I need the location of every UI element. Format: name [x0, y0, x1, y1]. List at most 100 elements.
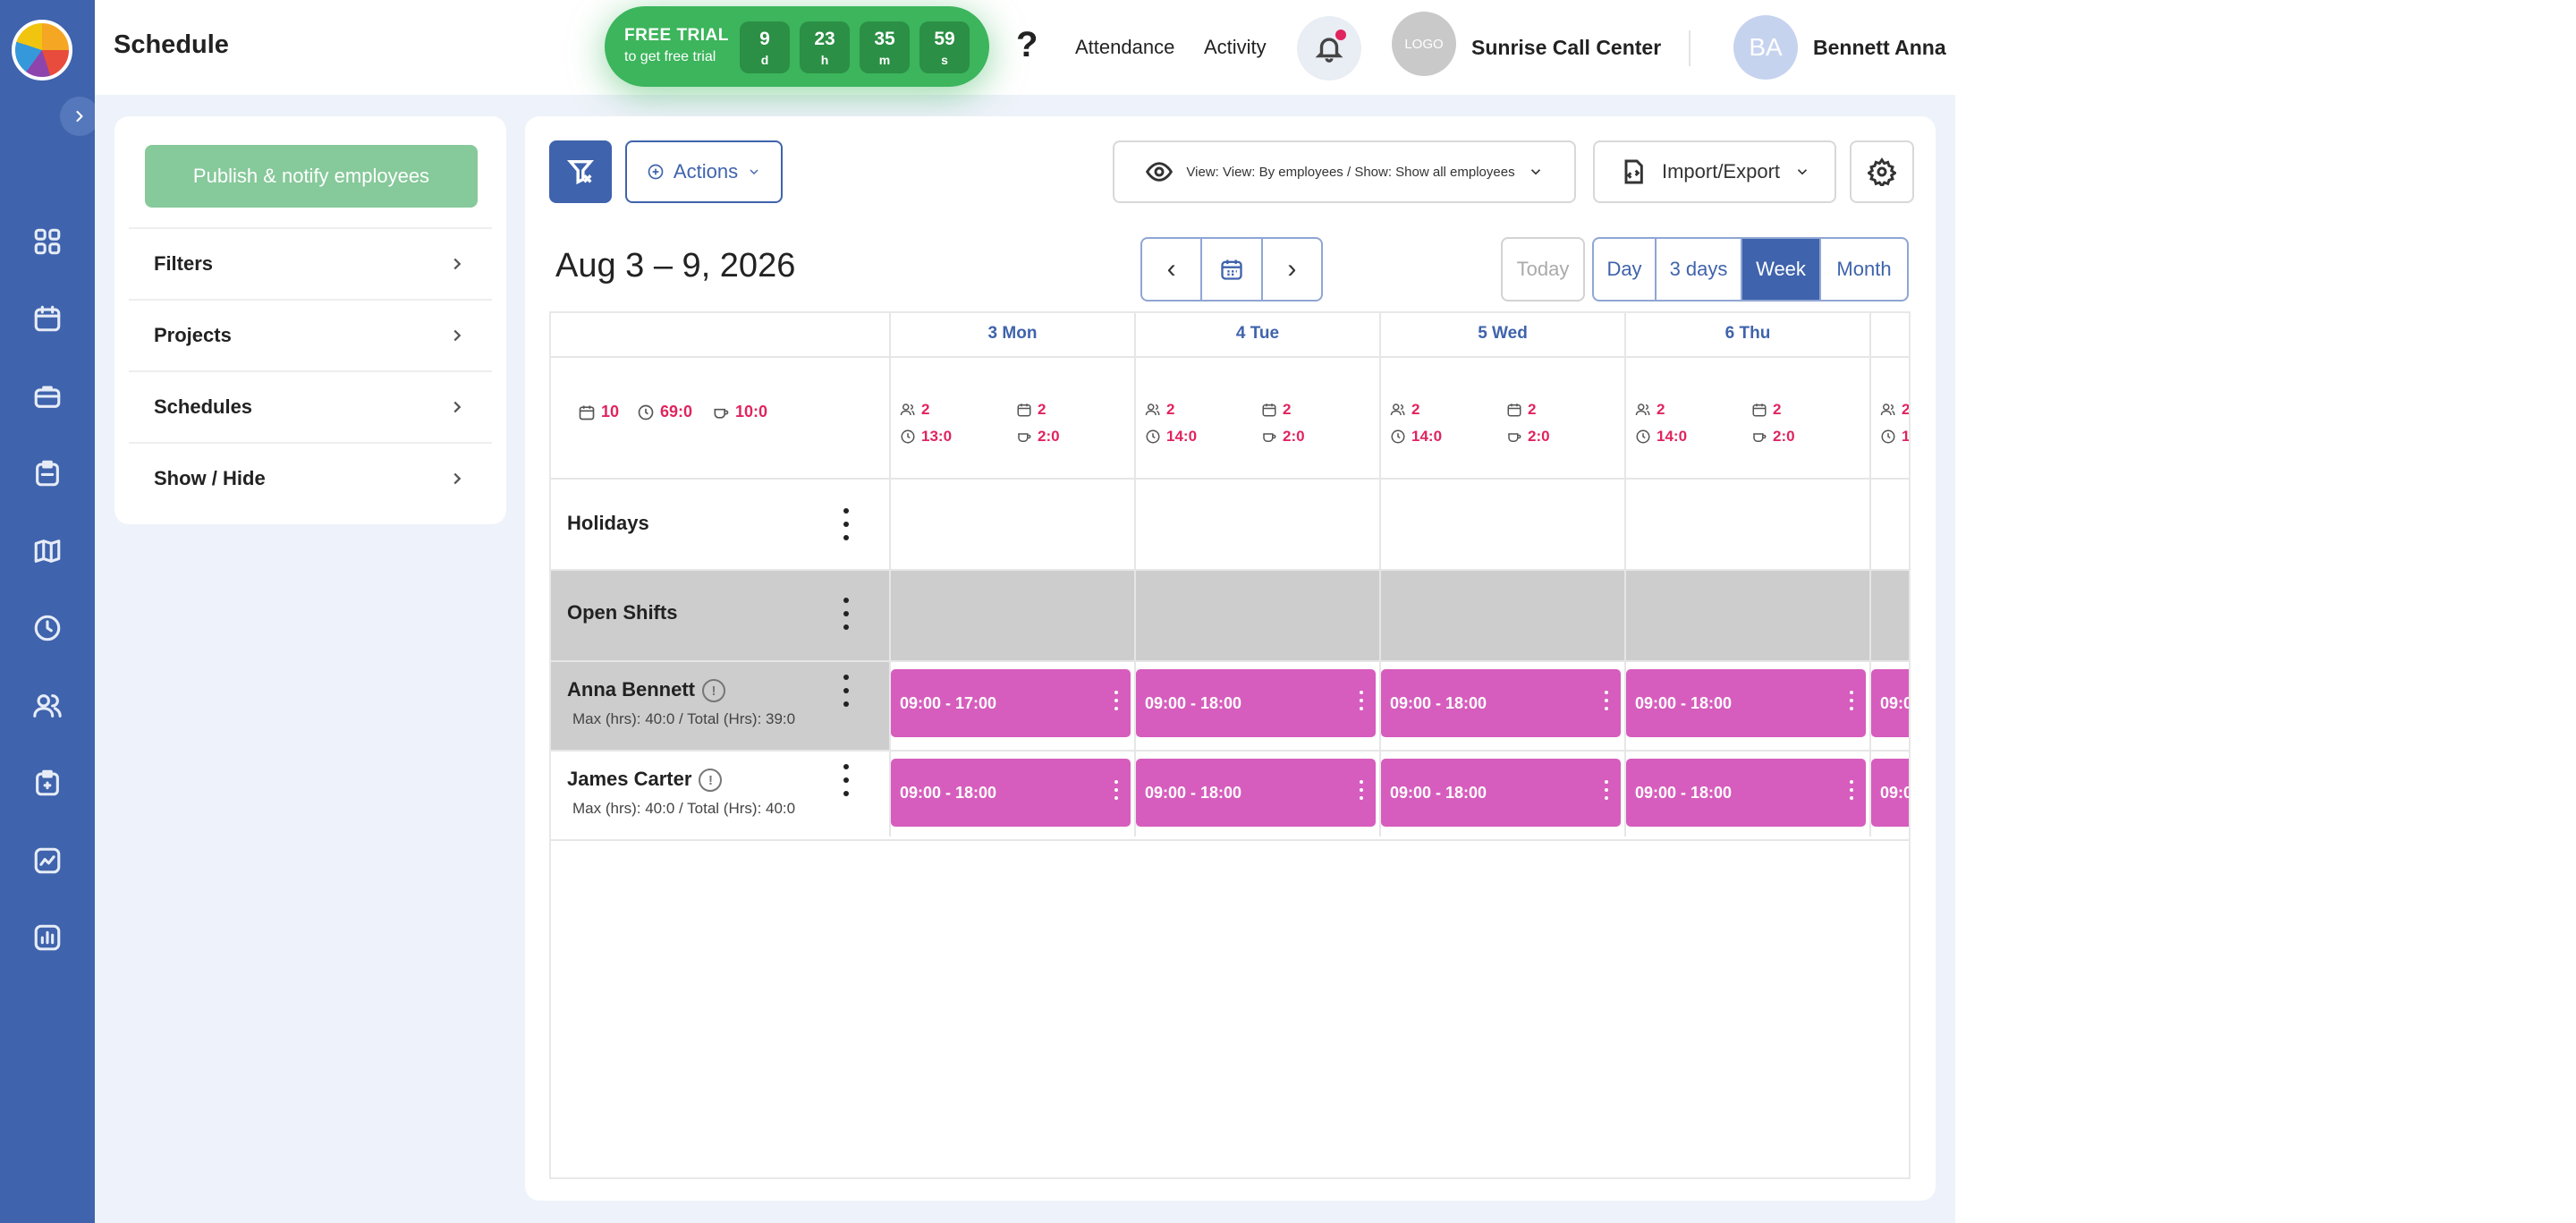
tab-month[interactable]: Month	[1821, 239, 1907, 300]
section-filters[interactable]: Filters	[129, 227, 492, 299]
nav-projects[interactable]	[30, 378, 65, 414]
nav-reports[interactable]	[30, 920, 65, 955]
tab-3-days[interactable]: 3 days	[1657, 239, 1742, 300]
attendance-link[interactable]: Attendance	[1075, 36, 1174, 59]
tab-week[interactable]: Week	[1742, 239, 1821, 300]
nav-employees[interactable]	[30, 688, 65, 724]
publish-notify-button[interactable]: Publish & notify employees	[145, 145, 478, 208]
divider	[1689, 30, 1690, 66]
today-button[interactable]: Today	[1501, 237, 1585, 302]
next-week-button[interactable]: ›	[1263, 239, 1321, 300]
people-icon	[1145, 403, 1160, 416]
calendar-icon	[34, 305, 61, 332]
prev-week-button[interactable]: ‹	[1142, 239, 1203, 300]
notifications-button[interactable]	[1297, 16, 1361, 81]
trial-title: FREE TRIAL	[624, 26, 729, 45]
shift-block[interactable]: 09:00 - 18:00	[1626, 669, 1866, 737]
employee-menu-icon[interactable]	[837, 764, 855, 796]
shift-menu-icon[interactable]	[1605, 780, 1608, 800]
date-picker-button[interactable]	[1202, 239, 1263, 300]
nav-time[interactable]	[30, 610, 65, 646]
coffee-icon	[714, 408, 729, 419]
section-projects[interactable]: Projects	[129, 299, 492, 370]
open-shifts-menu-icon[interactable]	[837, 598, 855, 630]
holidays-menu-icon[interactable]	[837, 508, 855, 540]
day-stat-people: 2	[1880, 401, 1909, 419]
shift-block[interactable]: 09:00 - 18:00	[891, 759, 1131, 827]
day-header-thu[interactable]: 6 Thu	[1626, 324, 1869, 344]
holidays-label: Holidays	[567, 512, 649, 534]
day-stat-people: 2	[1145, 401, 1174, 419]
shift-menu-icon[interactable]	[1114, 691, 1118, 710]
nav-analytics[interactable]	[30, 843, 65, 879]
company-name[interactable]: Sunrise Call Center	[1471, 36, 1661, 60]
employee-menu-icon[interactable]	[837, 675, 855, 707]
shift-menu-icon[interactable]	[1605, 691, 1608, 710]
shift-menu-icon[interactable]	[1360, 691, 1363, 710]
nav-schedule[interactable]	[30, 301, 65, 336]
shift-block[interactable]: 09:00 - 18:00	[1381, 669, 1621, 737]
shift-block[interactable]: 09:0	[1871, 759, 1909, 827]
coffee-icon	[1018, 433, 1031, 442]
left-panel: Publish & notify employees Filters Proje…	[114, 116, 506, 524]
calendar-icon	[1752, 403, 1767, 417]
briefcase-icon	[34, 386, 61, 408]
day-header-wed[interactable]: 5 Wed	[1381, 324, 1624, 344]
settings-button[interactable]	[1850, 140, 1914, 203]
day-header-tue[interactable]: 4 Tue	[1136, 324, 1379, 344]
nav-map[interactable]	[30, 533, 65, 569]
shift-menu-icon[interactable]	[1360, 780, 1363, 800]
section-show-hide[interactable]: Show / Hide	[129, 442, 492, 514]
total-breaks: 10:0	[712, 403, 767, 421]
shift-block[interactable]: 09:00 - 18:00	[1136, 669, 1376, 737]
day-stat-breaks: 2:0	[1261, 428, 1305, 446]
day-stat-hours: 14:0	[1145, 428, 1197, 446]
shift-block[interactable]: 09:00 - 18:00	[1626, 759, 1866, 827]
employee-name[interactable]: Anna Bennett!	[567, 678, 725, 703]
day-stat-hours: 14:0	[1390, 428, 1442, 446]
app-logo[interactable]	[12, 20, 72, 81]
info-icon[interactable]: !	[702, 679, 725, 703]
actions-dropdown[interactable]: Actions	[625, 140, 783, 203]
schedule-grid: 3 Mon 4 Tue 5 Wed 6 Thu 10 69:0 10:0 2 2 1…	[549, 311, 1911, 1179]
activity-link[interactable]: Activity	[1204, 36, 1267, 59]
shift-menu-icon[interactable]	[1850, 780, 1853, 800]
import-export-dropdown[interactable]: Import/Export	[1593, 140, 1836, 203]
user-name[interactable]: Bennett Anna	[1813, 36, 1946, 60]
chevron-right-icon	[447, 326, 467, 345]
employee-hours: Max (hrs): 40:0 / Total (Hrs): 40:0	[572, 800, 796, 817]
view-value: View: View: By employees	[1186, 164, 1343, 180]
shift-block[interactable]: 09:0	[1871, 669, 1909, 737]
plus-circle-icon	[648, 164, 664, 180]
avatar[interactable]: BA	[1733, 15, 1798, 80]
nav-checklist[interactable]	[30, 765, 65, 801]
nav-tasks[interactable]	[30, 455, 65, 491]
day-stat-hours: 1	[1880, 428, 1909, 446]
help-icon[interactable]: ?	[1016, 25, 1038, 65]
day-stat-people: 2	[1635, 401, 1665, 419]
shift-block[interactable]: 09:00 - 18:00	[1136, 759, 1376, 827]
day-header-mon[interactable]: 3 Mon	[891, 324, 1134, 344]
clock-icon	[638, 404, 654, 420]
clock-icon	[1146, 429, 1160, 444]
trial-hours: 23 h	[800, 21, 850, 73]
shift-block[interactable]: 09:00 - 17:00	[891, 669, 1131, 737]
free-trial-banner[interactable]: FREE TRIAL to get free trial 9d 23 h 35 m …	[605, 6, 989, 87]
filter-button[interactable]	[549, 140, 612, 203]
open-shifts-row[interactable]	[551, 569, 1909, 660]
employee-name[interactable]: James Carter!	[567, 768, 723, 793]
page-title: Schedule	[114, 30, 229, 59]
shift-block[interactable]: 09:00 - 18:00	[1381, 759, 1621, 827]
info-icon[interactable]: !	[699, 769, 723, 793]
shift-menu-icon[interactable]	[1114, 780, 1118, 800]
blank-area	[1955, 0, 2576, 1223]
filter-icon	[566, 159, 595, 185]
trial-minutes: 35 m	[860, 21, 910, 73]
section-schedules[interactable]: Schedules	[129, 370, 492, 442]
shift-menu-icon[interactable]	[1850, 691, 1853, 710]
nav-dashboard[interactable]	[30, 224, 65, 259]
chevron-right-icon	[447, 469, 467, 488]
tab-day[interactable]: Day	[1594, 239, 1657, 300]
view-selector[interactable]: View: View: By employees / Show: Show al…	[1113, 140, 1576, 203]
expand-nav-button[interactable]	[60, 97, 99, 136]
